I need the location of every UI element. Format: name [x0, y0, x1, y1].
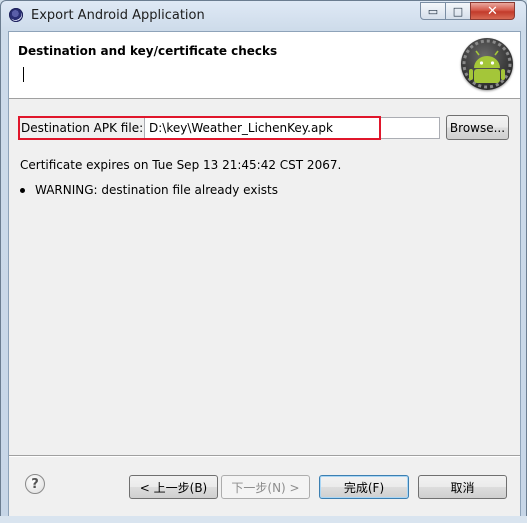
- text-cursor: [23, 67, 24, 82]
- eclipse-icon: [9, 8, 23, 22]
- window-title: Export Android Application: [31, 8, 205, 23]
- dialog-content: Destination and key/certificate checks D…: [8, 31, 521, 518]
- destination-apk-input[interactable]: D:\key\Weather_LichenKey.apk: [144, 117, 440, 139]
- close-icon: ✕: [487, 3, 498, 19]
- footer-separator: [9, 455, 520, 456]
- bullet-icon: [20, 187, 25, 193]
- background-strip: [0, 516, 527, 523]
- wizard-banner: Destination and key/certificate checks: [9, 32, 520, 99]
- cancel-button[interactable]: 取消: [418, 475, 507, 499]
- back-button[interactable]: < 上一步(B): [129, 475, 218, 499]
- title-bar[interactable]: Export Android Application ▭ □ ✕: [1, 1, 526, 31]
- android-logo-icon: [461, 38, 513, 90]
- export-dialog-window: Export Android Application ▭ □ ✕ Destina…: [0, 0, 527, 523]
- maximize-icon: □: [452, 4, 464, 18]
- close-button[interactable]: ✕: [470, 2, 515, 20]
- finish-button[interactable]: 完成(F): [319, 475, 409, 499]
- certificate-expiry-text: Certificate expires on Tue Sep 13 21:45:…: [20, 158, 342, 172]
- warning-text: WARNING: destination file already exists: [35, 183, 278, 197]
- destination-row: Destination APK file: D:\key\Weather_Lic…: [18, 116, 512, 140]
- maximize-button[interactable]: □: [445, 2, 471, 20]
- destination-apk-label: Destination APK file:: [21, 121, 144, 135]
- browse-button[interactable]: Browse...: [446, 115, 509, 140]
- next-button[interactable]: 下一步(N) >: [221, 475, 310, 499]
- warning-message: WARNING: destination file already exists: [20, 183, 278, 197]
- minimize-button[interactable]: ▭: [420, 2, 446, 20]
- help-icon[interactable]: ?: [25, 474, 45, 494]
- minimize-icon: ▭: [427, 4, 439, 18]
- page-title: Destination and key/certificate checks: [18, 44, 278, 58]
